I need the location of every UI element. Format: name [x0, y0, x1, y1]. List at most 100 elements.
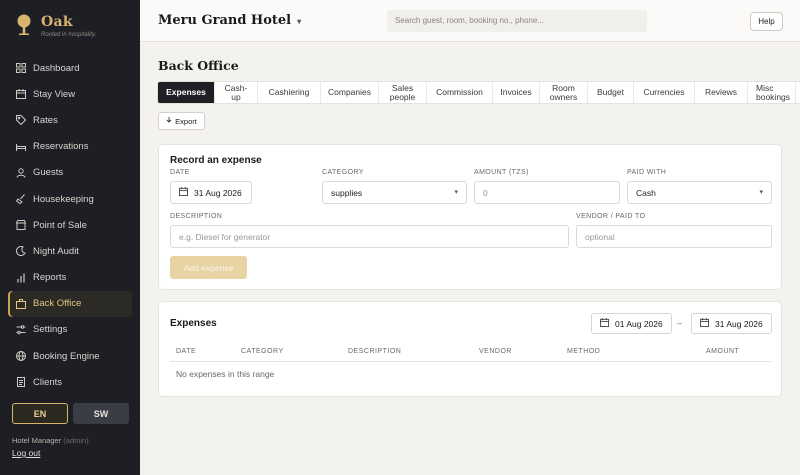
sidebar-item-label: Clients	[33, 376, 63, 388]
tab-misc-bookings[interactable]: Misc bookings	[748, 82, 796, 103]
sidebar-nav: Dashboard Stay View Rates Reservations G…	[8, 55, 132, 395]
column-header-amount: AMOUNT	[706, 348, 740, 355]
sidebar-item-label: Reservations	[33, 141, 89, 153]
date-to-value: 31 Aug 2026	[715, 318, 763, 329]
sidebar-item-point-of-sale[interactable]: Point of Sale	[8, 212, 132, 238]
tab-budget[interactable]: Budget	[588, 82, 634, 103]
date-to-field[interactable]: 31 Aug 2026	[691, 313, 772, 334]
column-header-date: DATE	[176, 348, 197, 355]
sidebar-item-clients[interactable]: Clients	[8, 369, 132, 395]
chevron-down-icon: ▾	[454, 189, 458, 196]
category-select[interactable]: supplies ▾	[322, 181, 467, 204]
tab-sales-people[interactable]: Sales people	[379, 82, 427, 103]
sidebar-item-label: Housekeeping	[33, 193, 94, 205]
bed-icon	[16, 142, 26, 152]
hotel-name: Meru Grand Hotel	[158, 13, 292, 28]
sidebar-item-label: Stay View	[33, 88, 76, 100]
tab-reviews[interactable]: Reviews	[695, 82, 748, 103]
sidebar-item-reports[interactable]: Reports	[8, 265, 132, 291]
broom-icon	[16, 194, 26, 205]
date-label: DATE	[170, 169, 190, 176]
paid-with-value: Cash	[636, 187, 656, 198]
language-switcher: EN SW	[12, 403, 129, 424]
top-header: Meru Grand Hotel ▾ Search guest, room, bo…	[140, 0, 800, 42]
paid-with-select[interactable]: Cash ▾	[627, 181, 772, 204]
user-info: Hotel Manager (admin)	[12, 436, 89, 445]
chevron-down-icon: ▾	[297, 17, 302, 26]
export-button[interactable]: Export	[158, 112, 205, 130]
sliders-icon	[16, 325, 26, 335]
tab-cashiering[interactable]: Cashiering	[258, 82, 321, 103]
date-range-separator: –	[677, 318, 683, 328]
tab-currencies[interactable]: Currencies	[634, 82, 695, 103]
tab-room-owners[interactable]: Room owners	[540, 82, 588, 103]
sidebar-item-booking-engine[interactable]: Booking Engine	[8, 343, 132, 369]
table-header-divider	[170, 361, 772, 362]
sidebar-item-label: Night Audit	[33, 245, 79, 257]
globe-icon	[16, 351, 26, 362]
amount-field[interactable]: 0	[474, 181, 620, 204]
calendar-icon	[179, 187, 188, 198]
download-icon	[166, 116, 172, 126]
description-field[interactable]: e.g. Diesel for generator	[170, 225, 569, 248]
user-icon	[16, 168, 26, 178]
date-field[interactable]: 31 Aug 2026	[170, 181, 252, 204]
calendar-icon	[600, 318, 609, 329]
sidebar-item-reservations[interactable]: Reservations	[8, 134, 132, 160]
date-value: 31 Aug 2026	[194, 187, 242, 198]
sidebar-item-night-audit[interactable]: Night Audit	[8, 238, 132, 264]
logout-link[interactable]: Log out	[12, 448, 40, 458]
sidebar-item-label: Dashboard	[33, 62, 80, 74]
paid-with-label: PAID WITH	[627, 169, 667, 176]
help-button[interactable]: Help	[750, 12, 783, 31]
column-header-description: DESCRIPTION	[348, 348, 402, 355]
tab-companies[interactable]: Companies	[321, 82, 379, 103]
expenses-list-card: Expenses 01 Aug 2026 – 31 Aug 2026 DATE …	[158, 301, 782, 397]
description-label: DESCRIPTION	[170, 213, 223, 220]
date-from-field[interactable]: 01 Aug 2026	[591, 313, 672, 334]
brand-name: Oak	[41, 14, 73, 30]
tag-icon	[16, 115, 26, 126]
lang-en-button[interactable]: EN	[12, 403, 68, 424]
tab-cash-up[interactable]: Cash-up	[215, 82, 258, 103]
brand[interactable]: Oak Rooted in hospitality.	[14, 14, 96, 38]
sidebar-item-label: Guests	[33, 167, 64, 179]
add-expense-button[interactable]: Add expense	[170, 256, 247, 279]
search-input[interactable]: Search guest, room, booking no., phone..…	[387, 10, 647, 32]
expenses-title: Expenses	[170, 318, 217, 329]
hotel-selector[interactable]: Meru Grand Hotel ▾	[158, 13, 301, 28]
sidebar-item-housekeeping[interactable]: Housekeeping	[8, 186, 132, 212]
briefcase-icon	[16, 298, 26, 309]
user-name: Hotel Manager	[12, 436, 62, 445]
tab-bar: Expenses Cash-up Cashiering Companies Sa…	[157, 81, 800, 104]
sidebar-item-label: Reports	[33, 272, 67, 284]
sidebar-item-rates[interactable]: Rates	[8, 107, 132, 133]
user-role: (admin)	[63, 436, 89, 445]
sidebar-item-stay-view[interactable]: Stay View	[8, 81, 132, 107]
calendar-icon	[700, 318, 709, 329]
calendar-icon	[16, 89, 26, 100]
empty-state-text: No expenses in this range	[176, 369, 275, 379]
tab-expenses[interactable]: Expenses	[158, 82, 215, 103]
tab-commission[interactable]: Commission	[427, 82, 493, 103]
record-expense-card: Record an expense DATE 31 Aug 2026 CATEG…	[158, 144, 782, 290]
chevron-down-icon: ▾	[759, 189, 763, 196]
tab-invoices[interactable]: Invoices	[493, 82, 540, 103]
amount-label: AMOUNT (TZS)	[474, 169, 529, 176]
sidebar-item-guests[interactable]: Guests	[8, 160, 132, 186]
lang-sw-button[interactable]: SW	[73, 403, 129, 424]
date-from-value: 01 Aug 2026	[615, 318, 663, 329]
vendor-field[interactable]: optional	[576, 225, 772, 248]
sidebar: Oak Rooted in hospitality. Dashboard Sta…	[0, 0, 140, 475]
record-expense-title: Record an expense	[170, 155, 262, 166]
sidebar-item-settings[interactable]: Settings	[8, 317, 132, 343]
sidebar-item-dashboard[interactable]: Dashboard	[8, 55, 132, 81]
column-header-method: METHOD	[567, 348, 601, 355]
brand-tagline: Rooted in hospitality.	[41, 32, 97, 38]
store-icon	[16, 220, 26, 231]
vendor-label: VENDOR / PAID TO	[576, 213, 646, 220]
sidebar-item-label: Rates	[33, 114, 58, 126]
sidebar-item-label: Point of Sale	[33, 219, 87, 231]
sidebar-item-back-office[interactable]: Back Office	[8, 290, 132, 317]
category-value: supplies	[331, 187, 363, 198]
